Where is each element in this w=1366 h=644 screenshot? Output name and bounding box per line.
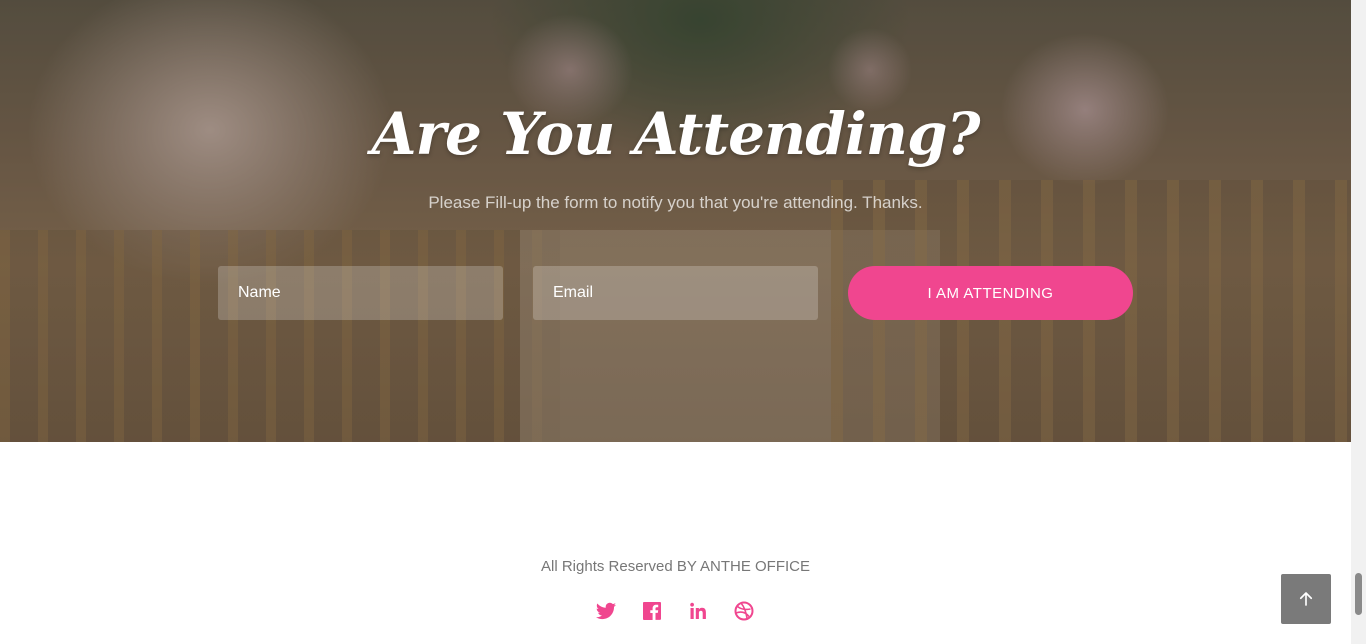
twitter-icon[interactable] [594,599,618,623]
attending-submit-button[interactable]: I AM ATTENDING [848,266,1133,320]
name-input[interactable] [218,266,503,320]
page-scrollbar[interactable] [1351,0,1366,644]
rsvp-hero-section: Are You Attending? Please Fill-up the fo… [0,0,1351,442]
dribbble-icon[interactable] [732,599,756,623]
email-input[interactable] [533,266,818,320]
footer-copyright: All Rights Reserved BY ANTHE OFFICE [541,558,810,575]
hero-overlay [0,0,1351,442]
rsvp-title: Are You Attending? [371,100,981,168]
rsvp-subtitle: Please Fill-up the form to notify you th… [428,193,923,212]
back-to-top-button[interactable] [1281,574,1331,624]
arrow-up-icon [1299,592,1313,606]
scrollbar-thumb[interactable] [1355,573,1362,615]
facebook-icon[interactable] [640,599,664,623]
social-links [594,599,756,623]
linkedin-icon[interactable] [686,599,710,623]
